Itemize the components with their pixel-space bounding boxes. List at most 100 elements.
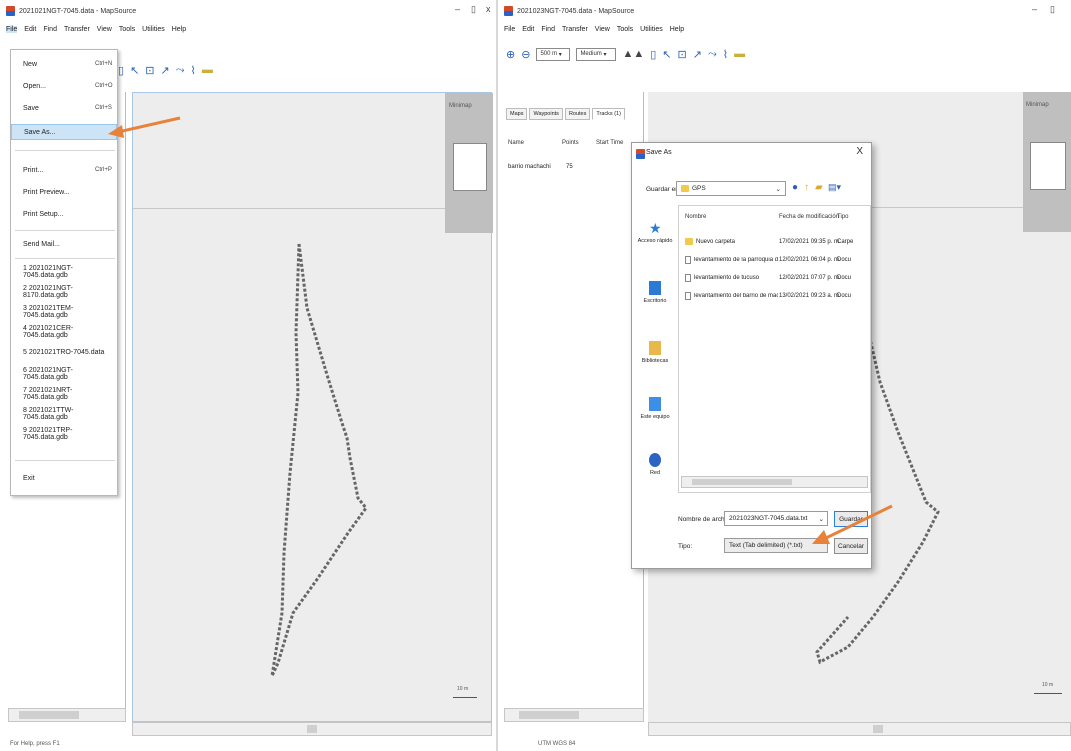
menu-item-send-mail[interactable]: Send Mail... bbox=[11, 236, 117, 252]
dialog-title: Save As bbox=[646, 149, 672, 156]
select-tool-icon[interactable]: ▯ bbox=[650, 48, 656, 61]
network[interactable]: Red bbox=[636, 453, 674, 476]
menu-view[interactable]: View bbox=[97, 26, 112, 33]
right-status-text: UTM WGS 84 bbox=[538, 741, 576, 747]
tab-waypoints[interactable]: Waypoints bbox=[529, 108, 563, 120]
measure-tool-icon[interactable]: ⌇ bbox=[723, 48, 728, 61]
file-row[interactable]: levantamiento de la parroquia de machach… bbox=[685, 256, 871, 264]
col-nombre[interactable]: Nombre bbox=[685, 214, 706, 220]
file-list-scrollbar[interactable] bbox=[681, 476, 868, 488]
file-row[interactable]: Nuevo carpeta 17/02/2021 09:35 p. m. Car… bbox=[685, 238, 871, 245]
right-panel-scrollbar[interactable] bbox=[504, 708, 644, 722]
map-tool-icon[interactable]: ▬ bbox=[734, 48, 745, 60]
menu-item-open[interactable]: Open... Ctrl+O bbox=[11, 78, 117, 94]
menu-help[interactable]: Help bbox=[670, 26, 684, 33]
track-polygon-left bbox=[270, 243, 368, 677]
annotation-arrow-icon bbox=[812, 504, 893, 544]
menu-edit[interactable]: Edit bbox=[24, 26, 36, 33]
scroll-thumb[interactable] bbox=[873, 725, 883, 733]
desktop[interactable]: Escritorio bbox=[636, 281, 674, 304]
find-icon[interactable]: ▲▲ bbox=[622, 48, 644, 60]
select-tool-icon[interactable]: ▯ bbox=[118, 64, 124, 77]
track-name[interactable]: barrio machachi bbox=[508, 164, 551, 170]
menu-tools[interactable]: Tools bbox=[119, 26, 135, 33]
scroll-thumb[interactable] bbox=[519, 711, 579, 719]
recent-file-9[interactable]: 9 2021021TRP-7045.data.gdb bbox=[11, 426, 117, 442]
menu-utilities[interactable]: Utilities bbox=[640, 26, 663, 33]
recent-file-4[interactable]: 4 2021021CER-7045.data.gdb bbox=[11, 324, 117, 340]
track-tool-icon[interactable]: ⤳ bbox=[708, 48, 717, 61]
tab-maps[interactable]: Maps bbox=[506, 108, 528, 120]
zoom-level-select[interactable]: 500 m ▾ bbox=[536, 47, 571, 61]
zoom-in-icon[interactable]: ⊕ bbox=[506, 48, 515, 61]
minimize-icon[interactable]: – bbox=[1032, 4, 1037, 14]
scroll-thumb[interactable] bbox=[19, 711, 79, 719]
back-icon[interactable]: ● bbox=[792, 182, 798, 193]
menu-transfer[interactable]: Transfer bbox=[64, 26, 90, 33]
menu-item-new[interactable]: New Ctrl+N bbox=[11, 56, 117, 72]
zoom-tool-icon[interactable]: ⊡ bbox=[678, 48, 687, 61]
route-tool-icon[interactable]: ↗ bbox=[693, 48, 702, 61]
maximize-icon[interactable]: ▯ bbox=[1050, 4, 1055, 15]
map-tool-icon[interactable]: ▬ bbox=[202, 64, 213, 76]
recent-file-6[interactable]: 6 2021021NGT-7045.data.gdb bbox=[11, 366, 117, 382]
file-row[interactable]: levantamiento del barrio de machachi 13/… bbox=[685, 292, 871, 300]
col-points[interactable]: Points bbox=[562, 140, 579, 146]
save-in-combo[interactable]: GPS ⌄ bbox=[676, 181, 786, 196]
recent-file-2[interactable]: 2 2021021NGT-8170.data.gdb bbox=[11, 284, 117, 300]
menu-tools[interactable]: Tools bbox=[617, 26, 633, 33]
menu-help[interactable]: Help bbox=[172, 26, 186, 33]
route-tool-icon[interactable]: ↗ bbox=[161, 64, 170, 77]
zoom-tool-icon[interactable]: ⊡ bbox=[145, 64, 154, 77]
menu-item-print-setup[interactable]: Print Setup... bbox=[11, 206, 117, 222]
col-tipo[interactable]: Tipo bbox=[837, 214, 848, 220]
scroll-thumb[interactable] bbox=[307, 725, 317, 733]
left-panel-scrollbar[interactable] bbox=[8, 708, 126, 722]
menu-find[interactable]: Find bbox=[43, 26, 57, 33]
menu-file[interactable]: File bbox=[6, 25, 18, 33]
close-icon[interactable]: x bbox=[486, 4, 491, 14]
recent-file-8[interactable]: 8 2021021TTW-7045.data.gdb bbox=[11, 406, 117, 422]
left-map-area[interactable]: Minimap 10 m bbox=[132, 92, 493, 722]
menu-utilities[interactable]: Utilities bbox=[142, 26, 165, 33]
up-folder-icon[interactable]: ↑ bbox=[804, 182, 809, 193]
col-start-time[interactable]: Start Time bbox=[596, 140, 623, 146]
libraries[interactable]: Bibliotecas bbox=[636, 341, 674, 364]
recent-file-1[interactable]: 1 2021021NGT-7045.data.gdb bbox=[11, 264, 117, 280]
menu-item-exit[interactable]: Exit bbox=[11, 470, 117, 486]
col-fecha[interactable]: Fecha de modificación bbox=[779, 214, 839, 220]
menu-item-print[interactable]: Print... Ctrl+P bbox=[11, 162, 117, 178]
document-icon bbox=[685, 292, 691, 300]
track-tool-icon[interactable]: ⤳ bbox=[176, 64, 185, 77]
minimize-icon[interactable]: – bbox=[455, 4, 460, 14]
menu-transfer[interactable]: Transfer bbox=[562, 26, 588, 33]
recent-file-7[interactable]: 7 2021021NRT-7045.data.gdb bbox=[11, 386, 117, 402]
left-map-scrollbar[interactable] bbox=[132, 722, 492, 736]
file-row[interactable]: levantamiento de tucuso 12/02/2021 07:07… bbox=[685, 274, 871, 282]
scroll-thumb[interactable] bbox=[692, 479, 792, 485]
zoom-out-icon[interactable]: ⊖ bbox=[521, 48, 530, 61]
menu-edit[interactable]: Edit bbox=[522, 26, 534, 33]
menu-view[interactable]: View bbox=[595, 26, 610, 33]
track-points: 75 bbox=[566, 164, 573, 170]
tab-tracks[interactable]: Tracks (1) bbox=[592, 108, 625, 120]
new-folder-icon[interactable]: ▰ bbox=[815, 182, 823, 193]
menu-item-print-preview[interactable]: Print Preview... bbox=[11, 184, 117, 200]
measure-tool-icon[interactable]: ⌇ bbox=[191, 64, 196, 77]
menu-file[interactable]: File bbox=[504, 26, 515, 33]
right-titlebar: 2021023NGT-7045.data - MapSource bbox=[498, 0, 1071, 22]
menu-find[interactable]: Find bbox=[541, 26, 555, 33]
this-pc[interactable]: Este equipo bbox=[636, 397, 674, 420]
tab-routes[interactable]: Routes bbox=[564, 108, 591, 120]
hand-tool-icon[interactable]: ↖ bbox=[662, 48, 671, 61]
maximize-icon[interactable]: ▯ bbox=[471, 4, 476, 15]
quick-access[interactable]: ★ Acceso rápido bbox=[636, 221, 674, 244]
detail-level-select[interactable]: Medium ▾ bbox=[576, 47, 617, 61]
recent-file-5[interactable]: 5 2021021TRO-7045.data bbox=[11, 344, 117, 360]
right-map-scrollbar[interactable] bbox=[648, 722, 1071, 736]
view-menu-icon[interactable]: ▤▾ bbox=[828, 182, 841, 193]
col-name[interactable]: Name bbox=[508, 140, 524, 146]
close-icon[interactable]: X bbox=[856, 146, 863, 157]
recent-file-3[interactable]: 3 2021021TEM-7045.data.gdb bbox=[11, 304, 117, 320]
hand-tool-icon[interactable]: ↖ bbox=[130, 64, 139, 77]
